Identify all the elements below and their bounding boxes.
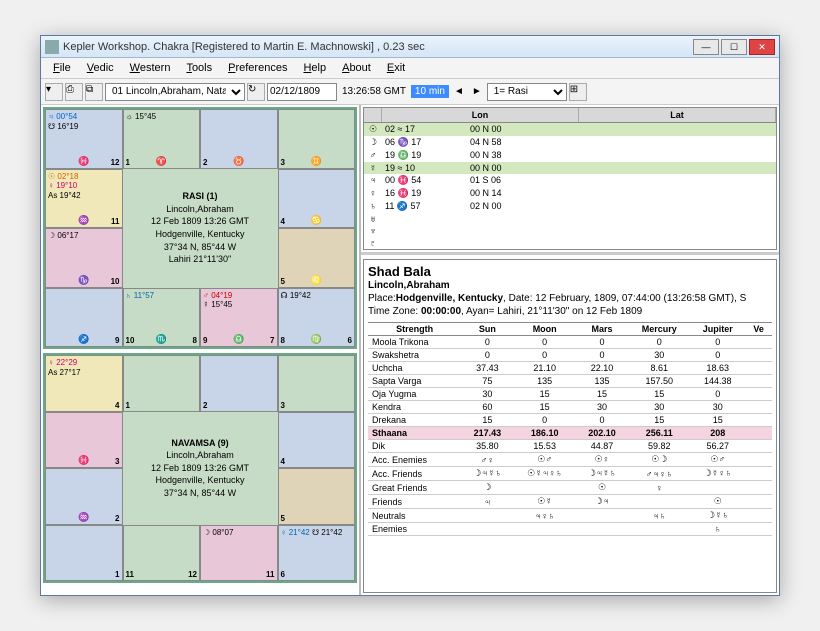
chart2-cell-12[interactable]: 5 [278, 468, 356, 525]
minimize-button[interactable]: — [693, 39, 719, 55]
shad-row: Drekana15001515 [368, 414, 772, 427]
shad-friend-row: Neutrals♃♀♄♃♄☽☿♄ [368, 509, 772, 523]
chart1-cell-14[interactable]: ♄ 11°57810♏ [123, 288, 201, 348]
chart2-center: NAVAMSA (9) Lincoln,Abraham 12 Feb 1809 … [123, 412, 278, 525]
planet-row[interactable]: ♀16 ♓ 1900 N 14 [364, 187, 776, 200]
chart2-cell-8[interactable]: 4 [278, 412, 356, 469]
separator[interactable] [361, 252, 779, 255]
chart1-cell-5[interactable]: ☉ 02°18♀ 19°10As 19°4211♒ [45, 169, 123, 229]
chart1-cell-16[interactable]: ☊ 19°4286♍ [278, 288, 356, 348]
shad-row: Kendra6015303030 [368, 401, 772, 414]
refresh-icon[interactable]: ↻ [247, 83, 265, 101]
shad-table[interactable]: StrengthSunMoonMarsMercuryJupiterVe Mool… [368, 322, 772, 536]
planet-row[interactable]: ♇ [364, 237, 776, 249]
shad-dik-row: Dik35.8015.5344.8759.8256.27 [368, 440, 772, 453]
shad-row: Oja Yugma301515150 [368, 388, 772, 401]
chart2-cell-14[interactable]: 1211 [123, 525, 201, 582]
chart2-cell-3[interactable]: 2 [200, 355, 278, 412]
shad-row: Uchcha37.4321.1022.108.6118.63 [368, 362, 772, 375]
toolbar: ▾ ⎙ ⧉ 01 Lincoln,Abraham, Natal ↻ 13:26:… [41, 79, 779, 105]
navamsa-chart[interactable]: ♀ 22°29As 27°174 1 2 3 3♓ NAVAMSA (9) Li… [43, 353, 357, 583]
nav-next[interactable]: ► [469, 86, 485, 97]
menu-tools[interactable]: Tools [178, 60, 220, 76]
shad-friend-row: Acc. Friends☽♃☿♄☉☿♃♀♄☽♃☿♄♂♃♀♄☽☿♀♄ [368, 467, 772, 481]
rasi-select[interactable]: 1= Rasi [487, 83, 567, 101]
shad-row: Swakshetra000300 [368, 349, 772, 362]
time-label: 13:26:58 GMT [339, 86, 409, 97]
planet-row[interactable]: ♂19 ♎ 1900 N 38 [364, 149, 776, 162]
menu-about[interactable]: About [334, 60, 379, 76]
planet-row[interactable]: ♄11 ♐ 5702 N 00 [364, 200, 776, 213]
menu-help[interactable]: Help [295, 60, 334, 76]
step-display[interactable]: 10 min [411, 85, 449, 98]
chart1-cell-4[interactable]: 3♊ [278, 109, 356, 169]
chart1-cell-9[interactable]: ☽ 06°1710♑ [45, 228, 123, 288]
chart2-cell-1[interactable]: ♀ 22°29As 27°174 [45, 355, 123, 412]
copy-icon[interactable]: ⧉ [85, 83, 103, 101]
shad-friend-row: Great Friends☽☉♀ [368, 481, 772, 495]
app-icon [45, 40, 59, 54]
planet-table[interactable]: Lon Lat ☉02 ≈ 1700 N 00☽06 ♑ 1704 N 58♂1… [363, 107, 777, 250]
shad-friend-row: Friends♃☉☿☽♃☉ [368, 495, 772, 509]
planet-row[interactable]: ☿19 ≈ 1000 N 00 [364, 162, 776, 174]
nav-icon[interactable]: ▾ [45, 83, 63, 101]
menu-preferences[interactable]: Preferences [220, 60, 295, 76]
chart1-cell-13[interactable]: 9♐ [45, 288, 123, 348]
shad-row: Sapta Varga75135135157.50144.38 [368, 375, 772, 388]
left-pane: ♃ 00°54☋ 16°1912♓ ☼ 15°451♈ 2♉ 3♊ ☉ 02°1… [41, 105, 361, 595]
titlebar[interactable]: Kepler Workshop. Chakra [Registered to M… [41, 36, 779, 58]
window-title: Kepler Workshop. Chakra [Registered to M… [63, 41, 693, 53]
planet-row[interactable]: ♆ [364, 225, 776, 237]
chart1-cell-12[interactable]: 5♌ [278, 228, 356, 288]
menubar: File Vedic Western Tools Preferences Hel… [41, 58, 779, 79]
menu-file[interactable]: File [45, 60, 79, 76]
shad-tz: Time Zone: 00:00:00, Ayan= Lahiri, 21°11… [368, 305, 772, 318]
right-pane: Lon Lat ☉02 ≈ 1700 N 00☽06 ♑ 1704 N 58♂1… [361, 105, 779, 595]
toggle-icon[interactable]: ⊞ [569, 83, 587, 101]
close-button[interactable]: ✕ [749, 39, 775, 55]
chart-select[interactable]: 01 Lincoln,Abraham, Natal [105, 83, 245, 101]
chart2-cell-5[interactable]: 3♓ [45, 412, 123, 469]
content-area: ♃ 00°54☋ 16°1912♓ ☼ 15°451♈ 2♉ 3♊ ☉ 02°1… [41, 105, 779, 595]
date-input[interactable] [267, 83, 337, 101]
chart1-cell-1[interactable]: ♃ 00°54☋ 16°1912♓ [45, 109, 123, 169]
chart1-cell-2[interactable]: ☼ 15°451♈ [123, 109, 201, 169]
chart2-cell-13[interactable]: 1 [45, 525, 123, 582]
chart2-cell-16[interactable]: ♀ 21°42 ☋ 21°426 [278, 525, 356, 582]
rasi-chart[interactable]: ♃ 00°54☋ 16°1912♓ ☼ 15°451♈ 2♉ 3♊ ☉ 02°1… [43, 107, 357, 349]
chart2-cell-9[interactable]: 2♒ [45, 468, 123, 525]
shad-name: Lincoln,Abraham [368, 279, 772, 292]
chart2-cell-15[interactable]: ☽ 08°0711 [200, 525, 278, 582]
maximize-button[interactable]: ☐ [721, 39, 747, 55]
shad-friend-row: Enemies♄ [368, 523, 772, 536]
menu-western[interactable]: Western [122, 60, 179, 76]
planet-row[interactable]: ☽06 ♑ 1704 N 58 [364, 136, 776, 149]
planet-row[interactable]: ♃00 ♓ 5401 S 06 [364, 174, 776, 187]
print-icon[interactable]: ⎙ [65, 83, 83, 101]
chart1-center: RASI (1) Lincoln,Abraham 12 Feb 1809 13:… [123, 169, 278, 288]
shad-bala-panel: Shad Bala Lincoln,Abraham Place:Hodgenvi… [363, 259, 777, 593]
app-window: Kepler Workshop. Chakra [Registered to M… [40, 35, 780, 596]
shad-sthana-row: Sthaana217.43186.10202.10256.11208 [368, 427, 772, 440]
shad-place: Place:Hodgenville, Kentucky, Date: 12 Fe… [368, 292, 772, 305]
nav-prev[interactable]: ◄ [451, 86, 467, 97]
menu-vedic[interactable]: Vedic [79, 60, 122, 76]
chart1-cell-8[interactable]: 4♋ [278, 169, 356, 229]
shad-row: Moola Trikona00000 [368, 336, 772, 349]
planet-row[interactable]: ♅ [364, 213, 776, 225]
chart1-cell-3[interactable]: 2♉ [200, 109, 278, 169]
planet-row[interactable]: ☉02 ≈ 1700 N 00 [364, 123, 776, 136]
shad-friend-row: Acc. Enemies♂♀☉♂☉♀☉☽☉♂ [368, 453, 772, 467]
menu-exit[interactable]: Exit [379, 60, 413, 76]
chart2-cell-4[interactable]: 3 [278, 355, 356, 412]
chart1-cell-15[interactable]: ♂ 04°19☿ 15°4597♎ [200, 288, 278, 348]
chart2-cell-2[interactable]: 1 [123, 355, 201, 412]
shad-title: Shad Bala [368, 264, 772, 279]
